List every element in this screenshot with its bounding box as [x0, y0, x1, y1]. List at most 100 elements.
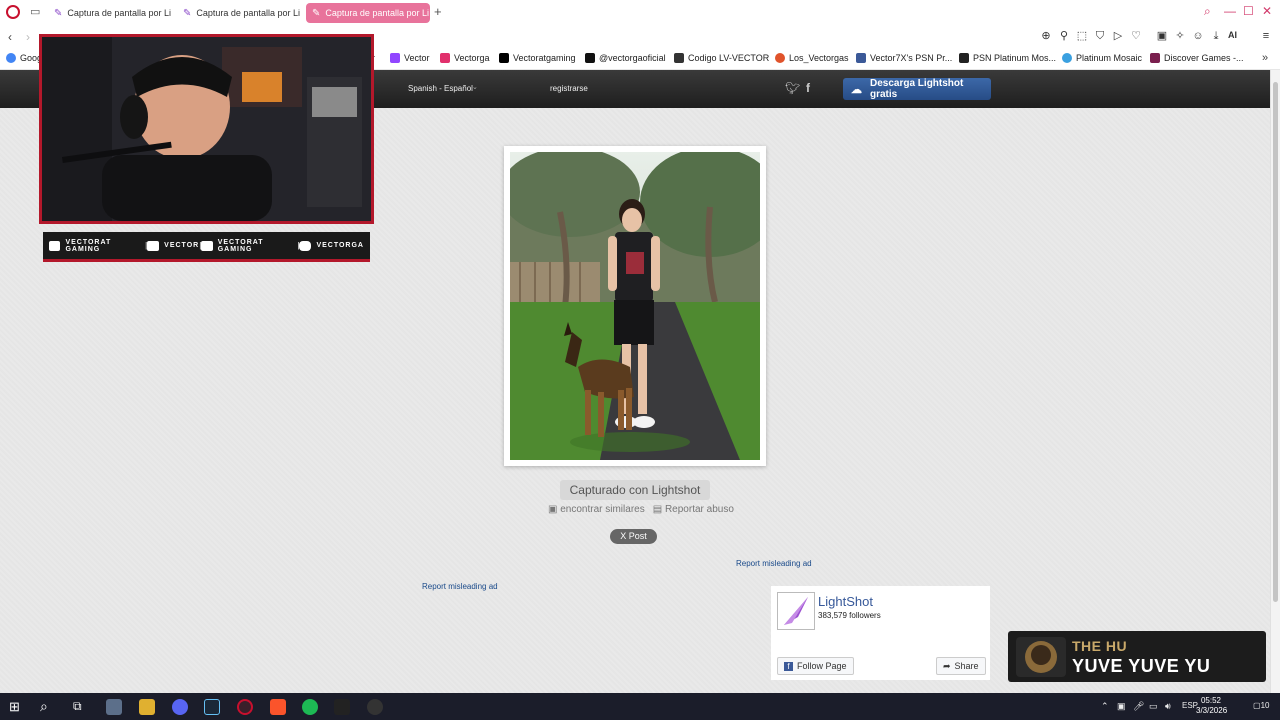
captured-with-lightshot-label: Capturado con Lightshot: [560, 480, 710, 500]
x-icon: [499, 53, 509, 63]
zoom-icon[interactable]: ⊕: [1040, 30, 1052, 42]
x-post-button[interactable]: X Post: [610, 529, 657, 544]
back-icon[interactable]: ‹: [8, 30, 12, 44]
page-scrollbar[interactable]: [1270, 70, 1280, 693]
tray-chevron-icon[interactable]: ⌃: [1101, 701, 1109, 712]
notification-count: 10: [1260, 701, 1270, 710]
report-icon: ▤: [652, 504, 663, 515]
reddit-icon: [775, 53, 785, 63]
clock[interactable]: 05:52 3/3/2026: [1196, 696, 1227, 716]
bookmark-google[interactable]: Goog: [6, 53, 42, 63]
file-explorer-icon[interactable]: [139, 699, 155, 715]
social-youtube: VECTORAT GAMING: [49, 239, 145, 253]
download-icon[interactable]: ⤓: [1210, 30, 1222, 42]
shield-icon[interactable]: ⛉: [1094, 30, 1106, 42]
bookmark-vector[interactable]: Vector: [390, 53, 430, 63]
tab-label: Captura de pantalla por Li: [67, 8, 171, 18]
page-icon: [674, 53, 684, 63]
bookmark-platinum-mosaic[interactable]: Platinum Mosaic: [1062, 53, 1142, 63]
psn-icon: [856, 53, 866, 63]
fb-page-name[interactable]: LightShot: [818, 594, 873, 609]
bookmark-los-vectorgas[interactable]: Los_Vectorgas: [775, 53, 849, 63]
puzzle-icon[interactable]: ✧: [1174, 30, 1186, 42]
bookmark-vectorga[interactable]: Vectorga: [440, 53, 490, 63]
bookmark-discover-games[interactable]: Discover Games -...: [1150, 53, 1244, 63]
tab-2[interactable]: ✎ Captura de pantalla por Li: [177, 3, 301, 23]
twitter-icon[interactable]: 🐦︎: [785, 81, 800, 95]
social-twitter: VECTORAT GAMING: [201, 239, 297, 253]
tab-1[interactable]: ✎ Captura de pantalla por Li: [48, 3, 172, 23]
app-icon[interactable]: [106, 699, 122, 715]
volume-icon[interactable]: 🔊︎: [1165, 701, 1171, 712]
download-cloud-icon: ☁: [851, 83, 862, 96]
search-icon[interactable]: ⌕: [1204, 4, 1211, 19]
heart-icon[interactable]: ♡: [1130, 30, 1142, 42]
spotify-icon[interactable]: [302, 699, 318, 715]
play-icon[interactable]: ▷: [1112, 30, 1124, 42]
task-view-icon[interactable]: ⧉: [73, 699, 82, 714]
camera-icon: ▣: [548, 504, 558, 515]
workspaces-icon[interactable]: ▭: [30, 5, 40, 18]
microphone-icon[interactable]: 🎤︎: [1133, 701, 1144, 712]
new-tab-button[interactable]: +: [434, 4, 442, 19]
now-playing-song: YUVE YUVE YU: [1072, 656, 1211, 676]
facebook-page-widget: LightShot 383,579 followers f Follow Pag…: [771, 586, 990, 680]
maximize-icon[interactable]: ☐: [1243, 4, 1254, 18]
fb-followers: 383,579 followers: [818, 611, 881, 620]
youtube-icon: [49, 240, 61, 251]
report-abuse-link[interactable]: ▤ Reportar abuso: [653, 504, 734, 515]
windows-start-icon[interactable]: ⊞: [9, 699, 20, 715]
opera-logo-icon[interactable]: [6, 5, 20, 19]
lightshot-feather-icon: ✎: [183, 7, 192, 19]
windows-taskbar: ⊞ ⌕ ⧉ ⌃ ▣ 🎤︎ ▭ 🔊︎ ESP 05:52 3/3/2026 ▢10: [0, 693, 1280, 720]
report-misleading-ad-link-2[interactable]: Report misleading ad: [422, 582, 498, 591]
more-bookmarks-icon[interactable]: »: [1262, 52, 1268, 64]
bookmark-codigo[interactable]: Codigo LV-VECTOR: [674, 53, 769, 63]
tab-3-active[interactable]: ✎ Captura de pantalla por Li: [306, 3, 430, 23]
lightshot-logo-icon[interactable]: [777, 592, 815, 630]
ai-button[interactable]: AI: [1228, 30, 1237, 40]
forward-icon[interactable]: ›: [26, 30, 30, 44]
find-similar-link[interactable]: ▣ encontrar similares: [548, 504, 645, 515]
tray-app-icon[interactable]: ▣: [1117, 701, 1126, 712]
menu-icon[interactable]: ≡: [1260, 30, 1272, 42]
report-misleading-ad-link-1[interactable]: Report misleading ad: [736, 559, 812, 568]
register-link[interactable]: registrarse: [550, 84, 588, 93]
bookmark-psn-profile[interactable]: Vector7X's PSN Pr...: [856, 53, 952, 63]
language-selector[interactable]: Spanish - Español: [408, 84, 473, 93]
account-icon[interactable]: ☺: [1192, 30, 1204, 42]
photo-actions: ▣ encontrar similares ▤ Reportar abuso: [548, 504, 734, 515]
snapshot-icon[interactable]: ⬚: [1076, 30, 1088, 42]
follow-page-button[interactable]: f Follow Page: [777, 657, 854, 675]
brave-icon[interactable]: [270, 699, 286, 715]
download-lightshot-button[interactable]: ☁ Descarga Lightshot gratis: [843, 78, 991, 100]
screenshot-photo[interactable]: [510, 152, 760, 460]
lightshot-feather-icon: ✎: [54, 7, 63, 19]
bookmark-vectoratgaming[interactable]: Vectoratgaming: [499, 53, 576, 63]
facebook-icon[interactable]: f: [806, 81, 810, 95]
bookmark-vectorgaoficial[interactable]: @vectorgaoficial: [585, 53, 666, 63]
minimize-icon[interactable]: —: [1224, 4, 1236, 18]
close-icon[interactable]: ✕: [1262, 4, 1272, 18]
tab-label: Captura de pantalla por Li: [325, 8, 429, 18]
extension-icon[interactable]: ▣: [1156, 30, 1168, 42]
share-button[interactable]: ➦ Share: [936, 657, 986, 675]
bookmark-psn-platinum[interactable]: PSN Platinum Mos...: [959, 53, 1056, 63]
network-icon[interactable]: ▭: [1149, 701, 1158, 712]
screenshot-photo-frame: [504, 146, 766, 466]
streamer-socials-banner: VECTORAT GAMING | VECTOR | VECTORAT GAMI…: [43, 232, 370, 262]
notifications-icon[interactable]: ▢10: [1253, 701, 1269, 710]
now-playing-artist: THE HU: [1072, 638, 1128, 654]
obs-icon[interactable]: [367, 699, 383, 715]
facebook-icon: f: [784, 661, 793, 671]
discord-icon[interactable]: [172, 699, 188, 715]
tab-label: Captura de pantalla por Li: [196, 8, 300, 18]
scrollbar-thumb[interactable]: [1273, 82, 1278, 602]
search-icon[interactable]: ⌕: [40, 698, 48, 715]
app-icon-2[interactable]: [334, 699, 350, 715]
steam-icon[interactable]: [204, 699, 220, 715]
google-icon: [6, 53, 16, 63]
opera-gx-icon[interactable]: [237, 699, 253, 715]
lightshot-feather-icon: ✎: [312, 7, 321, 19]
pin-icon[interactable]: ⚲: [1058, 30, 1070, 42]
